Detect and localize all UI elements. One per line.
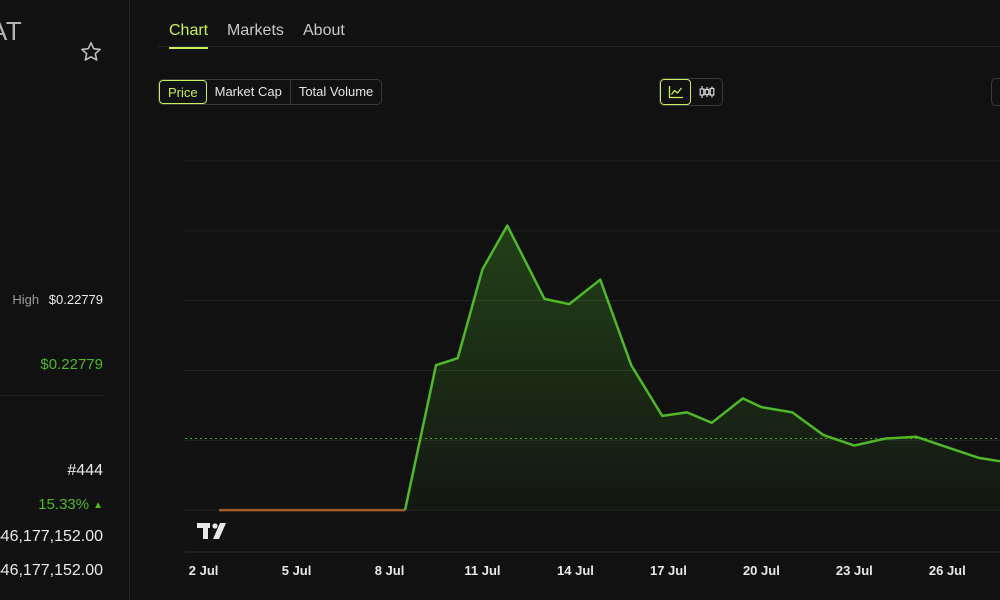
x-tick-label: 20 Jul [743,563,780,578]
high-value: $0.22779 [48,292,103,307]
star-icon[interactable] [79,40,103,64]
x-tick-label: 17 Jul [650,563,687,578]
high-label: High [12,292,40,307]
x-tick-label: 11 Jul [464,563,500,578]
current-price: $0.22779 [40,356,103,373]
x-tick-label: 14 Jul [557,563,594,578]
price-chart: 2 Jul 5 Jul 8 Jul 11 Jul 14 Jul 17 Jul 20 Jul 2… [185,160,1000,578]
tradingview-logo [197,523,226,539]
x-tick-label: 5 Jul [282,563,312,578]
main-panel: Chart Markets About Price Market Cap Tot… [131,0,1000,600]
divider [0,395,104,396]
price-change: 15.33% ▲ [38,496,103,513]
x-tick-label: 8 Jul [375,563,405,578]
up-arrow-icon: ▲ [93,500,103,511]
x-tick-label: 2 Jul [189,563,219,578]
app-root: AT High $0.22779 $0.22779 #444 15.33%▲ $… [0,0,1000,600]
coin-title: AT [0,16,23,46]
price-change-value: 15.33% [38,496,90,513]
market-cap-value: $46,177,152.00 [0,528,103,545]
price-area [219,225,1000,511]
x-tick-label: 23 Jul [836,563,873,578]
coin-info-panel: AT High $0.22779 $0.22779 #444 15.33%▲ $… [0,0,130,600]
x-tick-label: 26 Jul [929,563,966,578]
high-row: High $0.22779 [12,292,103,307]
volume-value: $46,177,152.00 [0,562,103,579]
market-cap-rank: #444 [67,462,103,479]
